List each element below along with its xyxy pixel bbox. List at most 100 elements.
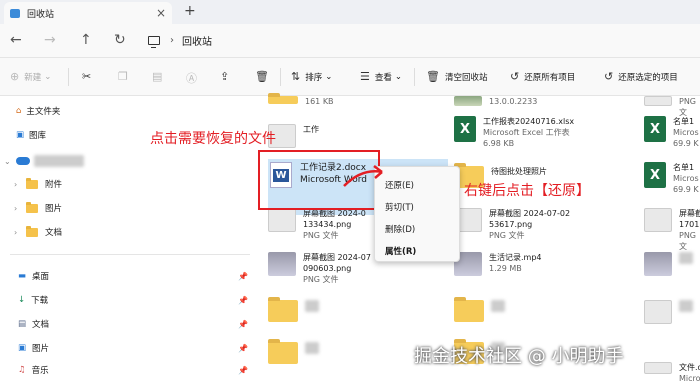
file-item[interactable]: 屏幕截图 2024-0 133434.png PNG 文件	[268, 208, 366, 241]
delete-button[interactable]: 🗑	[255, 70, 274, 83]
sort-button[interactable]: ⇅ 排序 ⌄	[291, 70, 332, 83]
file-list: 161 KB 工作 W 工作记录2.docx Microsoft Word 屏幕…	[258, 93, 700, 383]
desktop-icon: ▬	[18, 271, 27, 281]
rename-button[interactable]: Ⓐ	[186, 70, 202, 86]
file-item[interactable]: 屏幕截图 2024-07 090603.png PNG 文件	[268, 252, 371, 285]
menu-item-cut[interactable]: 剪切(T)	[385, 201, 414, 213]
gallery-icon: ▣	[16, 130, 25, 140]
view-button[interactable]: ☰ 查看 ⌄	[360, 70, 402, 83]
paste-button[interactable]: ▤	[152, 70, 167, 83]
recycle-bin-icon	[10, 8, 20, 18]
file-item[interactable]: 屏幕截 17015 PNG 文	[644, 208, 700, 252]
trash-icon: 🗑	[255, 70, 269, 83]
folder-icon	[454, 297, 484, 322]
file-item[interactable]	[454, 297, 505, 322]
file-item[interactable]	[268, 339, 319, 364]
pin-icon[interactable]: 📌	[238, 344, 248, 353]
sidebar-item-documents[interactable]: › 文档	[14, 225, 62, 238]
quick-access-pictures[interactable]: ▣ 图片	[18, 342, 49, 354]
up-button[interactable]: ↑	[80, 32, 92, 48]
quick-access-downloads[interactable]: ↓ 下载	[18, 294, 48, 306]
image-thumbnail	[268, 252, 296, 276]
file-item[interactable]	[268, 297, 319, 322]
view-icon: ☰	[360, 70, 370, 83]
pin-icon[interactable]: 📌	[238, 366, 248, 375]
file-item[interactable]: X 名单1 Micros 69.9 K	[644, 116, 699, 149]
quick-access-desktop[interactable]: ▬ 桌面	[18, 270, 49, 282]
image-thumbnail	[644, 96, 672, 106]
refresh-button[interactable]: ↻	[114, 32, 126, 48]
account-name-redacted	[34, 155, 84, 167]
copy-button[interactable]: ❐	[118, 70, 133, 83]
quick-access-music[interactable]: ♫ 音乐	[18, 364, 49, 376]
folder-icon	[268, 93, 298, 104]
sidebar-item-attachments[interactable]: › 附件	[14, 177, 62, 190]
redacted-name	[305, 342, 319, 354]
excel-icon: X	[644, 116, 666, 142]
file-item[interactable]: 文件.d Micros	[644, 362, 700, 384]
file-item[interactable]: X 名单1 Micros 69.9 K	[644, 162, 699, 195]
annotation-right-click-restore: 右键后点击【还原】	[464, 183, 590, 199]
sidebar-item-onedrive[interactable]: ⌄	[4, 155, 84, 167]
sidebar-item-gallery[interactable]: ▣ 图库	[4, 129, 46, 141]
chevron-right-icon[interactable]: ›	[14, 228, 26, 237]
folder-icon	[26, 177, 38, 189]
redacted-name	[305, 300, 319, 312]
close-tab-icon[interactable]: ×	[156, 6, 166, 20]
red-arrow-icon	[343, 165, 383, 187]
redacted-name	[679, 300, 693, 312]
title-bar: 回收站 × +	[0, 0, 700, 24]
sidebar-item-pictures[interactable]: › 图片	[14, 201, 62, 214]
menu-item-properties[interactable]: 属性(R)	[385, 245, 416, 257]
empty-recycle-bin-button[interactable]: 🗑 清空回收站	[426, 70, 487, 83]
file-item[interactable]	[644, 252, 693, 276]
pin-icon[interactable]: 📌	[238, 296, 248, 305]
excel-icon: X	[644, 162, 666, 188]
file-item[interactable]	[644, 300, 693, 324]
pin-icon[interactable]: 📌	[238, 272, 248, 281]
file-item[interactable]: 屏幕截图 2024-07-02 53617.png PNG 文件	[454, 208, 570, 241]
watermark: 掘金技术社区 @ 小明助手	[414, 346, 624, 367]
quick-access-documents[interactable]: ▤ 文档	[18, 318, 49, 330]
share-button[interactable]: ⇪	[220, 70, 234, 83]
cloud-icon	[16, 157, 30, 165]
toolbar-divider	[68, 68, 69, 86]
restore-selected-button[interactable]: ↺ 还原选定的项目	[604, 70, 678, 83]
new-button[interactable]: ⊕ 新建 ⌄	[10, 70, 51, 83]
back-button[interactable]: ←	[10, 32, 22, 48]
chevron-down-icon[interactable]: ⌄	[4, 157, 16, 166]
breadcrumb-separator: ›	[170, 35, 174, 46]
file-item[interactable]: 生活记录.mp4 1.29 MB	[454, 252, 542, 276]
annotation-click-file: 点击需要恢复的文件	[150, 131, 276, 147]
music-icon: ♫	[18, 365, 26, 375]
file-item[interactable]: 161 KB	[268, 93, 334, 107]
breadcrumb-recycle-bin[interactable]: 回收站	[182, 33, 212, 48]
file-item[interactable]: X 工作报表20240716.xlsx Microsoft Excel 工作表 …	[454, 116, 574, 149]
file-item[interactable]: 13.0.0.2233	[454, 96, 537, 107]
sort-icon: ⇅	[291, 70, 301, 83]
chevron-right-icon[interactable]: ›	[14, 180, 26, 189]
image-thumbnail	[644, 300, 672, 324]
image-thumbnail	[644, 252, 672, 276]
image-thumbnail	[644, 208, 672, 232]
download-icon: ↓	[18, 295, 26, 305]
pin-icon[interactable]: 📌	[238, 320, 248, 329]
menu-item-delete[interactable]: 删除(D)	[385, 223, 415, 235]
chevron-right-icon[interactable]: ›	[14, 204, 26, 213]
folder-icon	[268, 297, 298, 322]
command-bar: ⊕ 新建 ⌄ ✂ ❐ ▤ Ⓐ ⇪ 🗑 ⇅ 排序 ⌄ ☰ 查看 ⌄ 🗑 清空回收站 ↺ 还原所有项…	[0, 58, 700, 96]
breadcrumb[interactable]: › 回收站	[148, 33, 212, 48]
cut-button[interactable]: ✂	[82, 70, 96, 83]
file-item[interactable]: PNG 文	[644, 96, 700, 118]
new-tab-button[interactable]: +	[184, 3, 196, 19]
image-thumbnail	[268, 208, 296, 232]
restore-all-button[interactable]: ↺ 还原所有项目	[510, 70, 575, 83]
tab-recycle-bin[interactable]: 回收站 ×	[4, 2, 172, 24]
tab-title: 回收站	[27, 9, 55, 20]
redacted-name	[679, 252, 693, 264]
restore-icon: ↺	[604, 70, 614, 83]
forward-button[interactable]: →	[44, 32, 56, 48]
computer-icon	[148, 36, 160, 48]
sidebar-item-home[interactable]: ⌂ 主文件夹	[4, 105, 60, 117]
share-icon: ⇪	[220, 70, 230, 83]
